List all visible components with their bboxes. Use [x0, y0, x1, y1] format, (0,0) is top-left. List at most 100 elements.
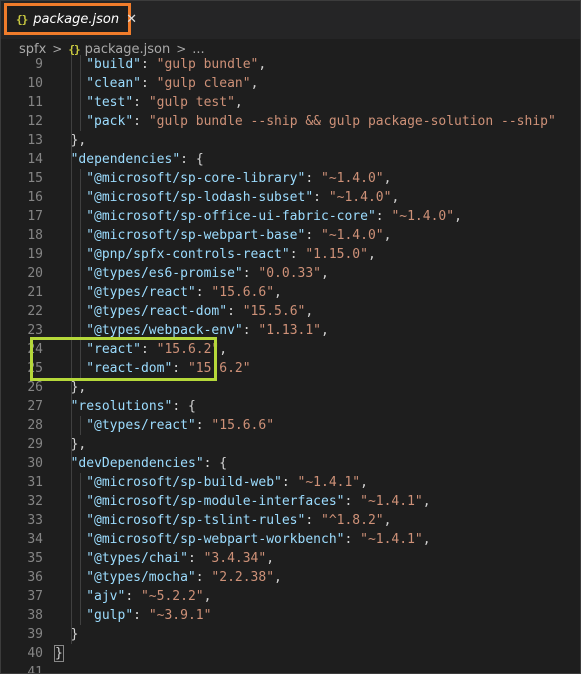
code-text: "dependencies": { — [71, 150, 204, 169]
line-number: 22 — [27, 304, 43, 319]
json-punctuation: , — [360, 475, 368, 490]
line-number: 19 — [27, 247, 43, 262]
line-number: 15 — [27, 171, 43, 186]
json-punctuation: : — [242, 323, 259, 338]
json-key: "@types/react-dom" — [86, 304, 228, 319]
code-text: "@types/mocha": "2.2.38", — [86, 568, 282, 587]
json-string: "1.13.1" — [258, 323, 322, 338]
json-key: "pack" — [86, 114, 134, 129]
line-number: 38 — [27, 608, 43, 623]
code-line[interactable]: 32 "@microsoft/sp-module-interfaces": "~1… — [1, 492, 580, 511]
line-number: 20 — [27, 266, 43, 281]
line-number: 30 — [27, 456, 43, 471]
code-line[interactable]: 22 "@types/react-dom": "15.5.6", — [1, 302, 580, 321]
json-punctuation: , — [422, 532, 431, 547]
code-line[interactable]: 35 "@types/chai": "3.4.34", — [1, 549, 580, 568]
code-text: "@microsoft/sp-module-interfaces": "~1.4… — [86, 492, 430, 511]
tab-package-json[interactable]: {} package.json ✕ — [4, 3, 137, 35]
json-punctuation: : — [305, 228, 321, 243]
line-number: 11 — [27, 95, 43, 110]
code-text: "pack": "gulp bundle --ship && gulp pack… — [86, 112, 556, 131]
json-punctuation: , — [274, 285, 282, 300]
json-key: "resolutions" — [70, 399, 173, 414]
json-key: "@microsoft/sp-office-ui-fabric-core" — [86, 209, 376, 224]
json-punctuation: }, — [70, 437, 87, 452]
bracket-match-highlight — [54, 645, 64, 662]
json-key: "devDependencies" — [70, 456, 204, 471]
code-line[interactable]: 31 "@microsoft/sp-build-web": "~1.4.1", — [1, 473, 580, 492]
code-text: "@microsoft/sp-office-ui-fabric-core": "… — [86, 207, 462, 226]
json-punctuation: : { — [203, 456, 228, 471]
json-punctuation: : — [133, 95, 149, 110]
code-line[interactable]: 41 — [1, 663, 580, 673]
json-punctuation: , — [203, 589, 212, 604]
line-number: 33 — [27, 513, 43, 528]
code-line[interactable]: 39} — [1, 625, 580, 644]
code-editor[interactable]: 9 "build": "gulp bundle", 10 "clean": "gulp… — [1, 55, 580, 673]
code-line[interactable]: 34 "@microsoft/sp-webpart-workbench": "~1… — [1, 530, 580, 549]
json-key: "@microsoft/sp-build-web" — [86, 475, 282, 490]
json-punctuation: : — [133, 114, 149, 129]
code-line[interactable]: 30 "devDependencies": { — [1, 454, 580, 473]
indent-guide — [79, 416, 81, 435]
json-string: "1.15.0" — [305, 247, 368, 262]
json-punctuation: , — [266, 551, 275, 566]
json-punctuation: , — [422, 494, 431, 509]
tab-label: package.json — [33, 11, 120, 27]
json-string: "gulp clean" — [156, 76, 251, 91]
line-number: 18 — [27, 228, 43, 243]
json-key: "clean" — [86, 76, 141, 91]
json-punctuation: : — [195, 570, 212, 585]
code-line[interactable]: 40} — [1, 644, 580, 663]
code-line[interactable]: 17 "@microsoft/sp-office-ui-fabric-core":… — [1, 207, 580, 226]
code-line[interactable]: 36 "@types/mocha": "2.2.38", — [1, 568, 580, 587]
json-punctuation: : — [289, 247, 306, 262]
code-text: "@types/chai": "3.4.34", — [86, 549, 274, 568]
code-line[interactable]: 15 "@microsoft/sp-core-library": "~1.4.0"… — [1, 169, 580, 188]
code-line[interactable]: 19 "@pnp/spfx-controls-react": "1.15.0", — [1, 245, 580, 264]
json-punctuation: , — [383, 513, 392, 528]
code-line[interactable]: 12 "pack": "gulp bundle --ship && gulp pa… — [1, 112, 580, 131]
code-line[interactable]: 13}, — [1, 131, 580, 150]
code-line[interactable]: 21 "@types/react": "15.6.6", — [1, 283, 580, 302]
json-key: "@types/react" — [86, 285, 196, 300]
code-line[interactable]: 38 "gulp": "~3.9.1" — [1, 606, 580, 625]
json-key: "@microsoft/sp-webpart-base" — [86, 228, 306, 243]
line-number: 13 — [27, 133, 43, 148]
json-string: "3.4.34" — [203, 551, 267, 566]
code-line[interactable]: 27 "resolutions": { — [1, 397, 580, 416]
json-string: "2.2.38" — [211, 570, 275, 585]
code-line[interactable]: 14 "dependencies": { — [1, 150, 580, 169]
code-text: "test": "gulp test", — [86, 93, 243, 112]
tab-bar: {} package.json ✕ — [1, 1, 580, 39]
code-line[interactable]: 16 "@microsoft/sp-lodash-subset": "~1.4.0… — [1, 188, 580, 207]
json-punctuation: , — [234, 95, 243, 110]
code-text: "@types/react-dom": "15.5.6", — [86, 302, 313, 321]
code-line[interactable]: 11 "test": "gulp test", — [1, 93, 580, 112]
code-text: "@microsoft/sp-webpart-base": "~1.4.0", — [86, 226, 391, 245]
code-line[interactable]: 33 "@microsoft/sp-tslint-rules": "^1.8.2"… — [1, 511, 580, 530]
json-punctuation: : — [125, 589, 141, 604]
code-text: "@microsoft/sp-lodash-subset": "~1.4.0", — [86, 188, 399, 207]
code-line[interactable]: 18 "@microsoft/sp-webpart-base": "~1.4.0"… — [1, 226, 580, 245]
json-string: "~1.4.0" — [328, 190, 392, 205]
json-string: "15.5.6" — [242, 304, 306, 319]
json-key: "dependencies" — [70, 152, 181, 167]
json-punctuation: : — [133, 608, 149, 623]
json-key: "build" — [86, 57, 141, 72]
close-icon[interactable]: ✕ — [126, 12, 137, 27]
line-number: 16 — [27, 190, 43, 205]
json-punctuation: : { — [172, 399, 196, 414]
code-line[interactable]: 29}, — [1, 435, 580, 454]
chevron-right-icon: > — [176, 42, 187, 56]
code-line[interactable]: 10 "clean": "gulp clean", — [1, 74, 580, 93]
code-line[interactable]: 20 "@types/es6-promise": "0.0.33", — [1, 264, 580, 283]
json-key: "@pnp/spfx-controls-react" — [86, 247, 290, 262]
json-punctuation: : { — [180, 152, 204, 167]
json-key: "@types/webpack-env" — [86, 323, 243, 338]
code-line[interactable]: 9 "build": "gulp bundle", — [1, 55, 580, 74]
code-line[interactable]: 28 "@types/react": "15.6.6" — [1, 416, 580, 435]
code-text: "@microsoft/sp-webpart-workbench": "~1.4… — [86, 530, 430, 549]
code-text: "@microsoft/sp-core-library": "~1.4.0", — [86, 169, 391, 188]
code-line[interactable]: 37 "ajv": "~5.2.2", — [1, 587, 580, 606]
